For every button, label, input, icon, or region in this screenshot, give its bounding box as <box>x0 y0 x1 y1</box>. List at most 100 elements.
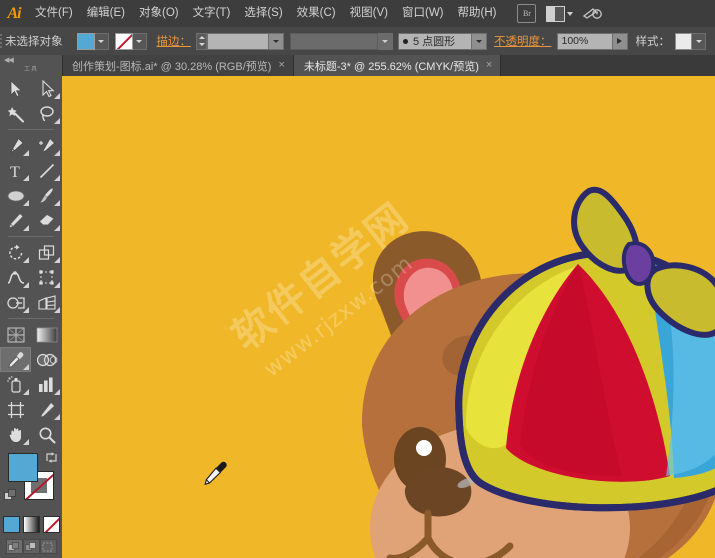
stroke-weight-control[interactable] <box>196 33 284 50</box>
eraser-tool-icon <box>38 213 56 229</box>
opacity-flyout-button[interactable] <box>613 33 628 50</box>
scale-tool-icon <box>38 244 56 262</box>
fill-color-box[interactable] <box>8 453 38 482</box>
stroke-profile-input[interactable] <box>290 33 378 50</box>
blend-tool-icon <box>36 351 58 369</box>
artboard[interactable]: 软件自学网 www.rjzxw.com <box>62 76 715 558</box>
pencil-tool[interactable] <box>0 208 31 233</box>
symbol-sprayer-tool-icon <box>7 376 25 394</box>
opacity-label[interactable]: 不透明度： <box>494 33 552 49</box>
ellipse-tool[interactable] <box>0 183 31 208</box>
add-anchor-point-tool[interactable] <box>31 133 62 158</box>
illustrator-window: Ai 文件(F) 编辑(E) 对象(O) 文字(T) 选择(S) 效果(C) 视… <box>0 0 715 558</box>
hand-tool[interactable] <box>0 422 31 447</box>
stroke-weight-dropdown[interactable] <box>269 33 284 50</box>
width-tool[interactable] <box>0 265 31 290</box>
shape-builder-tool[interactable] <box>0 290 31 315</box>
pen-tool[interactable] <box>0 133 31 158</box>
eyedropper-cursor <box>203 460 229 486</box>
document-tab-1-close-icon[interactable]: × <box>278 60 284 71</box>
scale-tool[interactable] <box>31 240 62 265</box>
workspace-switcher-button[interactable] <box>583 6 602 21</box>
color-mode-gradient[interactable] <box>23 516 40 533</box>
selection-status-label: 未选择对象 <box>2 33 77 49</box>
document-tab-2[interactable]: 未标题-3* @ 255.62% (CMYK/预览) × <box>294 55 501 76</box>
swap-fill-stroke-icon[interactable] <box>45 451 58 467</box>
selection-tool[interactable] <box>0 76 31 101</box>
bridge-button[interactable]: Br <box>517 4 536 23</box>
bear-illustration <box>62 76 715 558</box>
selection-tool-icon <box>8 80 24 98</box>
stroke-profile-control[interactable] <box>290 33 393 50</box>
stroke-weight-input[interactable] <box>207 33 269 50</box>
artboard-tool[interactable] <box>0 397 31 422</box>
tools-panel: ◀◀ 工具 <box>0 55 63 558</box>
opacity-input[interactable]: 100% <box>557 33 613 50</box>
free-transform-tool[interactable] <box>31 265 62 290</box>
draw-inside-mode[interactable] <box>40 539 57 554</box>
arrange-documents-button[interactable] <box>546 6 573 22</box>
stroke-weight-label[interactable]: 描边： <box>157 33 192 49</box>
stroke-weight-stepper[interactable] <box>196 33 207 50</box>
default-fill-stroke-icon[interactable] <box>4 489 17 507</box>
fill-color-dropdown[interactable] <box>95 33 109 50</box>
stroke-profile-dropdown[interactable] <box>378 33 393 50</box>
menu-object[interactable]: 对象(O) <box>132 0 186 27</box>
document-tab-2-close-icon[interactable]: × <box>486 60 492 71</box>
bear-left-eye-highlight <box>416 440 432 456</box>
menu-window[interactable]: 窗口(W) <box>395 0 451 27</box>
gradient-tool[interactable] <box>31 322 62 347</box>
brush-definition-dropdown[interactable] <box>472 33 487 50</box>
menu-select[interactable]: 选择(S) <box>237 0 289 27</box>
stroke-color-swatch[interactable] <box>115 33 133 50</box>
direct-selection-tool[interactable] <box>31 76 62 101</box>
document-tab-1[interactable]: 创作策划-图标.ai* @ 30.28% (RGB/预览) × <box>62 55 294 76</box>
draw-normal-icon <box>8 542 20 552</box>
draw-behind-icon <box>25 542 37 552</box>
direct-selection-tool-icon <box>39 80 55 98</box>
stroke-color-dropdown[interactable] <box>133 33 147 50</box>
graphic-style-swatch[interactable] <box>675 33 692 50</box>
paintbrush-tool-icon <box>38 187 56 205</box>
magic-wand-tool[interactable] <box>0 101 31 126</box>
gradient-tool-icon <box>36 327 58 343</box>
line-segment-tool[interactable] <box>31 158 62 183</box>
document-canvas[interactable]: 软件自学网 www.rjzxw.com <box>62 76 715 558</box>
opacity-control[interactable]: 100% <box>557 33 628 50</box>
paintbrush-tool[interactable] <box>31 183 62 208</box>
symbol-sprayer-tool[interactable] <box>0 372 31 397</box>
menu-edit[interactable]: 编辑(E) <box>80 0 132 27</box>
double-chevron-left-icon: ◀◀ <box>4 57 13 64</box>
zoom-tool[interactable] <box>31 422 62 447</box>
fill-color-swatch[interactable] <box>77 33 95 50</box>
lasso-tool[interactable] <box>31 101 62 126</box>
graphic-style-control[interactable] <box>675 33 706 50</box>
menu-file[interactable]: 文件(F) <box>28 0 80 27</box>
perspective-grid-tool[interactable] <box>31 290 62 315</box>
eraser-tool[interactable] <box>31 208 62 233</box>
column-graph-tool[interactable] <box>31 372 62 397</box>
draw-normal-mode[interactable] <box>6 539 23 554</box>
menu-view[interactable]: 视图(V) <box>343 0 395 27</box>
menu-help[interactable]: 帮助(H) <box>451 0 504 27</box>
fill-color-control[interactable] <box>77 33 109 50</box>
menu-type[interactable]: 文字(T) <box>186 0 238 27</box>
tools-panel-collapse-button[interactable]: ◀◀ <box>0 55 62 65</box>
slice-tool[interactable] <box>31 397 62 422</box>
eyedropper-tool[interactable] <box>0 347 31 372</box>
menu-effect[interactable]: 效果(C) <box>290 0 343 27</box>
draw-behind-mode[interactable] <box>23 539 40 554</box>
type-tool[interactable]: T <box>0 158 31 183</box>
graphic-style-dropdown[interactable] <box>692 33 706 50</box>
app-logo-icon: Ai <box>0 0 28 27</box>
mesh-tool[interactable] <box>0 322 31 347</box>
color-mode-solid[interactable] <box>3 516 20 533</box>
propeller-hub <box>624 243 653 284</box>
brush-definition-field[interactable]: 5 点圆形 <box>398 33 472 50</box>
draw-mode-row <box>0 539 62 554</box>
blend-tool[interactable] <box>31 347 62 372</box>
rotate-tool[interactable] <box>0 240 31 265</box>
brush-definition-control[interactable]: 5 点圆形 <box>398 33 487 50</box>
color-mode-none[interactable] <box>43 516 60 533</box>
stroke-color-control[interactable] <box>115 33 147 50</box>
